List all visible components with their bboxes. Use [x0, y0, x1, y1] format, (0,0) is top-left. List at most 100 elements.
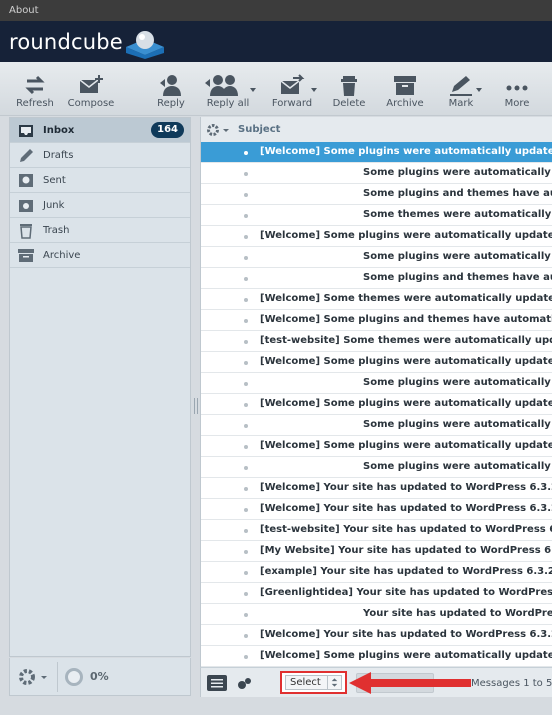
- status-dot-icon[interactable]: [244, 424, 248, 428]
- status-dot-icon[interactable]: [244, 487, 248, 491]
- message-row[interactable]: [Welcome] Your site has updated to WordP…: [201, 478, 552, 499]
- status-dot-icon[interactable]: [244, 319, 248, 323]
- status-dot-icon[interactable]: [244, 298, 248, 302]
- message-row[interactable]: [Greenlightidea] Your site has updated t…: [201, 583, 552, 604]
- status-dot-icon[interactable]: [244, 193, 248, 197]
- status-dot-icon[interactable]: [244, 655, 248, 659]
- message-row[interactable]: Some themes were automatically updated: [201, 205, 552, 226]
- mark-caret-icon[interactable]: [476, 88, 482, 92]
- refresh-label: Refresh: [16, 98, 54, 109]
- folder-label: Inbox: [43, 125, 75, 136]
- message-row[interactable]: [Welcome] Some plugins and themes have a…: [201, 310, 552, 331]
- message-row[interactable]: [My Website] Your site has updated to Wo…: [201, 541, 552, 562]
- message-row[interactable]: Some plugins and themes have automatical…: [201, 184, 552, 205]
- delete-label: Delete: [332, 98, 366, 109]
- select-dropdown[interactable]: Select: [285, 675, 342, 690]
- pane-splitter[interactable]: [194, 398, 198, 414]
- status-dot-icon[interactable]: [244, 172, 248, 176]
- message-row[interactable]: [test-website] Your site has updated to …: [201, 520, 552, 541]
- message-subject: [My Website] Your site has updated to Wo…: [260, 545, 552, 556]
- message-row[interactable]: [Welcome] Some plugins were automaticall…: [201, 646, 552, 667]
- status-dot-icon[interactable]: [244, 235, 248, 239]
- list-view-icon[interactable]: [207, 675, 227, 691]
- message-row[interactable]: Some plugins and themes have automatical…: [201, 268, 552, 289]
- message-subject: Some plugins were automatically updated: [363, 377, 552, 388]
- folder-drafts[interactable]: Drafts: [10, 143, 190, 168]
- status-dot-icon[interactable]: [244, 403, 248, 407]
- message-row[interactable]: Some plugins were automatically updated: [201, 457, 552, 478]
- message-count: Messages 1 to 50: [471, 678, 552, 689]
- mark-button[interactable]: Mark: [440, 62, 482, 116]
- delete-button[interactable]: Delete: [330, 62, 368, 116]
- pencil-icon: [20, 149, 33, 162]
- folder-inbox[interactable]: Inbox 164: [10, 118, 190, 143]
- refresh-icon: [25, 75, 45, 95]
- message-list: Subject [Welcome] Some plugins were auto…: [200, 117, 552, 667]
- status-dot-icon[interactable]: [244, 361, 248, 365]
- about-bar: About: [0, 0, 552, 21]
- folder-sent[interactable]: Sent: [10, 168, 190, 193]
- archive-button[interactable]: Archive: [383, 62, 427, 116]
- message-row[interactable]: Some plugins were automatically updated: [201, 247, 552, 268]
- status-dot-icon[interactable]: [244, 340, 248, 344]
- message-row[interactable]: [Welcome] Some themes were automatically…: [201, 289, 552, 310]
- threads-icon[interactable]: [235, 675, 255, 691]
- status-dot-icon[interactable]: [244, 529, 248, 533]
- message-row[interactable]: [test-website] Some themes were automati…: [201, 331, 552, 352]
- folder-trash[interactable]: Trash: [10, 218, 190, 243]
- forward-button[interactable]: Forward: [268, 62, 317, 116]
- settings-gear-icon[interactable]: [18, 668, 48, 686]
- subject-column-header[interactable]: Subject: [238, 124, 280, 135]
- folder-junk[interactable]: Junk: [10, 193, 190, 218]
- message-row[interactable]: [Welcome] Some plugins were automaticall…: [201, 352, 552, 373]
- sent-icon: [19, 174, 33, 187]
- message-row[interactable]: [Welcome] Some plugins were automaticall…: [201, 394, 552, 415]
- message-row[interactable]: [Welcome] Your site has updated to WordP…: [201, 499, 552, 520]
- status-dot-icon[interactable]: [244, 634, 248, 638]
- message-row[interactable]: [Welcome] Some plugins were automaticall…: [201, 436, 552, 457]
- message-subject: [Welcome] Some plugins were automaticall…: [260, 230, 552, 241]
- status-dot-icon[interactable]: [244, 382, 248, 386]
- message-subject: [Welcome] Some themes were automatically…: [260, 293, 552, 304]
- folder-label: Sent: [43, 175, 66, 186]
- logo-text: roundcube: [9, 30, 123, 54]
- message-row[interactable]: [Welcome] Some plugins were automaticall…: [201, 142, 552, 163]
- message-row[interactable]: Some plugins were automatically updated: [201, 163, 552, 184]
- compose-button[interactable]: Compose: [66, 62, 116, 116]
- message-subject: [Greenlightidea] Your site has updated t…: [260, 587, 552, 598]
- status-dot-icon[interactable]: [244, 256, 248, 260]
- message-row[interactable]: [Welcome] Your site has updated to WordP…: [201, 625, 552, 646]
- message-row[interactable]: [example] Your site has updated to WordP…: [201, 562, 552, 583]
- more-button[interactable]: More: [498, 62, 536, 116]
- reply-button[interactable]: Reply: [152, 62, 190, 116]
- reply-all-icon: [205, 75, 238, 96]
- list-options-gear-icon[interactable]: [206, 123, 230, 137]
- message-list-header: Subject: [201, 117, 552, 143]
- status-dot-icon[interactable]: [244, 445, 248, 449]
- reply-all-caret-icon[interactable]: [250, 88, 256, 92]
- status-dot-icon[interactable]: [244, 613, 248, 617]
- forward-caret-icon[interactable]: [311, 88, 317, 92]
- status-dot-icon[interactable]: [244, 277, 248, 281]
- about-link[interactable]: About: [9, 5, 39, 16]
- status-dot-icon[interactable]: [244, 466, 248, 470]
- reply-all-button[interactable]: Reply all: [200, 62, 256, 116]
- message-row[interactable]: Your site has updated to WordPress 6.3.2: [201, 604, 552, 625]
- message-row[interactable]: Some plugins were automatically updated: [201, 415, 552, 436]
- message-subject: [Welcome] Some plugins were automaticall…: [260, 356, 552, 367]
- status-dot-icon[interactable]: [244, 550, 248, 554]
- status-dot-icon[interactable]: [244, 508, 248, 512]
- refresh-button[interactable]: Refresh: [12, 62, 58, 116]
- archive-icon: [18, 249, 34, 262]
- more-label: More: [504, 98, 530, 109]
- status-dot-icon[interactable]: [244, 151, 248, 155]
- message-row[interactable]: Some plugins were automatically updated: [201, 373, 552, 394]
- archive-icon: [394, 76, 416, 95]
- folder-archive[interactable]: Archive: [10, 243, 190, 268]
- message-subject: Some plugins were automatically updated: [363, 251, 552, 262]
- message-row[interactable]: [Welcome] Some plugins were automaticall…: [201, 226, 552, 247]
- status-dot-icon[interactable]: [244, 592, 248, 596]
- status-dot-icon[interactable]: [244, 214, 248, 218]
- message-subject: [test-website] Your site has updated to …: [260, 524, 552, 535]
- status-dot-icon[interactable]: [244, 571, 248, 575]
